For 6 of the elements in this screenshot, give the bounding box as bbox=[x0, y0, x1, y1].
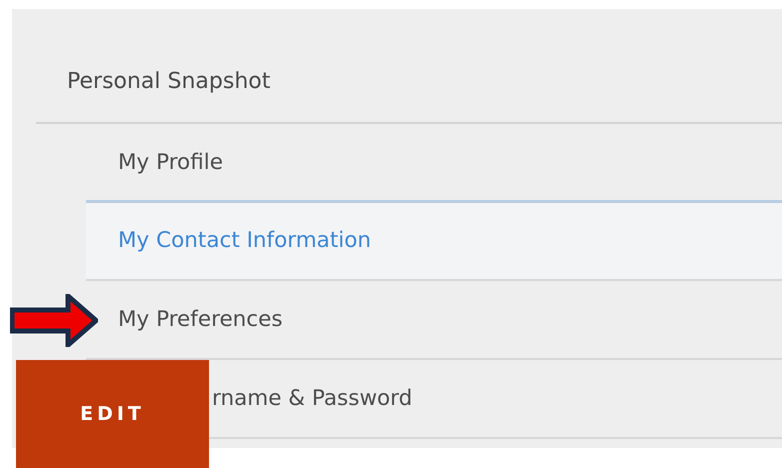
arrow-icon bbox=[10, 294, 98, 347]
section-heading: Personal Snapshot bbox=[67, 68, 272, 96]
menu-item[interactable]: My Preferences bbox=[118, 307, 283, 332]
menu-item[interactable]: My Profile bbox=[118, 150, 223, 175]
edit-button[interactable]: EDIT bbox=[16, 360, 209, 468]
menu-item[interactable]: rname & Password bbox=[212, 386, 412, 411]
